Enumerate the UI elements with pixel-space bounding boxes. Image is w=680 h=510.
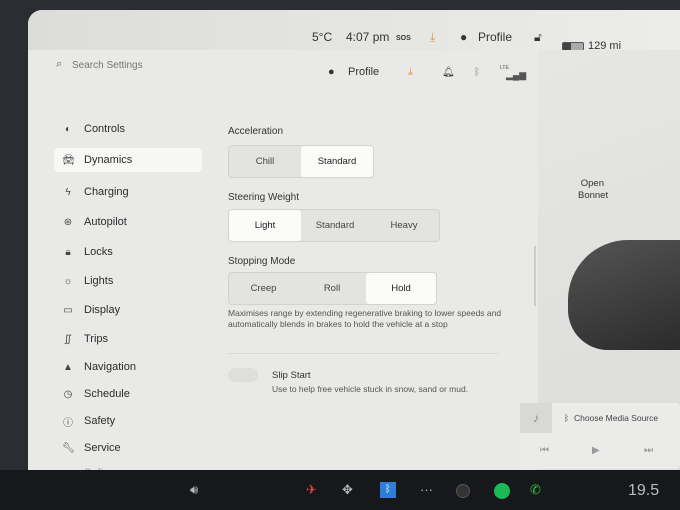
sidebar-item-controls[interactable]: ◐ Controls — [54, 117, 202, 141]
profile-icon: ● — [328, 66, 335, 78]
acceleration-label: Acceleration — [228, 126, 284, 137]
unlock-icon[interactable]: 🔓︎ — [534, 30, 542, 45]
sidebar-item-dynamics[interactable]: 🚘︎ Dynamics — [54, 148, 202, 172]
sidebar-item-lights[interactable]: ☼ Lights — [54, 269, 202, 293]
stopping-creep[interactable]: Creep — [229, 273, 298, 304]
wrench-icon: 🔧︎ — [62, 442, 75, 454]
steering-wheel-icon: ⊛ — [63, 216, 73, 228]
sidebar-item-label: Display — [84, 304, 121, 316]
sidebar-item-label: Locks — [84, 246, 113, 258]
sidebar-item-label: Navigation — [84, 361, 136, 373]
car-image — [568, 240, 680, 350]
slip-start-label: Slip Start — [272, 370, 311, 381]
more-apps-icon[interactable]: ··· — [420, 482, 433, 497]
acceleration-selector: Chill Standard — [228, 145, 374, 178]
clock-icon: ◷ — [63, 388, 73, 400]
sidebar-item-display[interactable]: ▭ Display — [54, 298, 202, 322]
divider — [228, 353, 498, 354]
sidebar-item-trips[interactable]: ∬ Trips — [54, 327, 202, 351]
next-track-icon[interactable]: ⏭︎ — [644, 445, 653, 456]
steering-heavy[interactable]: Heavy — [369, 210, 439, 241]
scrollbar[interactable] — [534, 246, 536, 306]
sidebar-item-label: Controls — [84, 123, 125, 135]
acceleration-standard[interactable]: Standard — [301, 146, 373, 177]
profile-button[interactable]: Profile — [478, 30, 512, 44]
media-player: ♪ ᛒ Choose Media Source ⏮︎ ▶︎ ⏭︎ — [520, 403, 680, 469]
phone-icon[interactable]: ✆ — [530, 482, 541, 498]
profile-icon: ● — [460, 30, 468, 44]
trips-icon: ∬ — [64, 333, 72, 345]
lock-icon: 🔒︎ — [65, 246, 71, 258]
steering-weight-selector: Light Standard Heavy — [228, 209, 440, 242]
sidebar-item-schedule[interactable]: ◷ Schedule — [54, 382, 202, 406]
car-icon: 🚘︎ — [62, 154, 75, 166]
sidebar-item-charging[interactable]: ϟ Charging — [54, 180, 202, 204]
temperature: 5°C — [312, 30, 333, 44]
sidebar-item-label: Dynamics — [84, 154, 133, 166]
sidebar-item-label: Trips — [84, 333, 109, 345]
sidebar-item-safety[interactable]: ⓘ Safety — [54, 409, 202, 433]
media-source-button[interactable]: Choose Media Source — [574, 413, 658, 423]
music-note-icon: ♪ — [520, 403, 552, 433]
sidebar-item-label: Safety — [84, 415, 116, 427]
sidebar-item-label: Lights — [84, 275, 114, 287]
steering-weight-label: Steering Weight — [228, 192, 299, 203]
sidebar-item-label: Service — [84, 442, 121, 454]
steering-light[interactable]: Light — [229, 210, 301, 241]
profile-button[interactable]: Profile — [348, 66, 379, 78]
sidebar-item-label: Autopilot — [84, 216, 127, 228]
previous-track-icon[interactable]: ⏮︎ — [540, 445, 549, 456]
sun-icon: ☼ — [63, 275, 73, 287]
sidebar-item-locks[interactable]: 🔒︎ Locks — [54, 240, 202, 264]
stopping-hold[interactable]: Hold — [366, 273, 436, 304]
search-icon: ⌕ — [56, 58, 63, 70]
fan-icon[interactable]: ✥ — [342, 482, 353, 498]
acceleration-chill[interactable]: Chill — [229, 146, 301, 177]
sidebar-item-software[interactable]: ⤓Software — [54, 461, 202, 470]
sidebar-item-navigation[interactable]: ▲ Navigation — [54, 355, 202, 379]
bluetooth-icon: ᛒ — [564, 413, 570, 423]
navigation-app-icon[interactable]: ✈︎ — [306, 482, 317, 498]
bolt-icon: ϟ — [65, 186, 71, 198]
settings-panel: ⌕ ● Profile ⤓ 🔔︎ ᛒ LTE ▂▄▆ ◐Controls🚘︎Dy… — [28, 50, 538, 470]
stopping-mode-label: Stopping Mode — [228, 256, 296, 267]
sidebar-item-label: Charging — [84, 186, 129, 198]
clock: 4:07 pm — [346, 30, 390, 44]
signal-icon: ▂▄▆ — [506, 70, 527, 80]
sidebar-item-autopilot[interactable]: ⊛ Autopilot — [54, 210, 202, 234]
bluetooth-app-icon[interactable]: ᛒ — [380, 482, 396, 498]
download-icon[interactable]: ⤓ — [430, 30, 435, 45]
play-icon[interactable]: ▶︎ — [592, 445, 600, 456]
display-icon: ▭ — [63, 304, 73, 316]
sidebar-item-service[interactable]: 🔧︎ Service — [54, 436, 202, 460]
slip-start-description: Use to help free vehicle stuck in snow, … — [272, 384, 469, 394]
touchscreen: 5°C 4:07 pm SOS ⤓ ● Profile 🔓︎ 129 mi ⌕ … — [28, 10, 680, 470]
open-bonnet-button[interactable]: Open Bonnet — [578, 178, 608, 202]
camera-icon[interactable] — [456, 484, 470, 498]
navigation-icon: ▲ — [63, 361, 73, 373]
bell-icon[interactable]: 🔔︎ — [442, 67, 455, 78]
slip-start-toggle[interactable] — [228, 368, 258, 382]
sos-icon[interactable]: SOS — [396, 35, 411, 42]
stopping-mode-description: Maximises range by extending regenerativ… — [228, 308, 502, 329]
download-icon[interactable]: ⤓ — [408, 66, 413, 79]
bluetooth-icon[interactable]: ᛒ — [474, 67, 480, 78]
info-icon: ⓘ — [63, 417, 73, 429]
cabin-temperature[interactable]: 19.5 — [628, 482, 659, 500]
search-input[interactable] — [72, 56, 192, 74]
toggle-icon: ◐ — [64, 123, 72, 135]
sidebar-item-label: Schedule — [84, 388, 130, 400]
bottom-bar — [0, 470, 680, 510]
steering-standard[interactable]: Standard — [301, 210, 369, 241]
volume-icon[interactable]: 🔊︎ — [190, 482, 198, 498]
status-bar: 5°C 4:07 pm SOS ⤓ ● Profile 🔓︎ 129 mi — [28, 10, 680, 52]
spotify-icon[interactable] — [494, 483, 510, 499]
stopping-roll[interactable]: Roll — [298, 273, 366, 304]
stopping-mode-selector: Creep Roll Hold — [228, 272, 437, 305]
